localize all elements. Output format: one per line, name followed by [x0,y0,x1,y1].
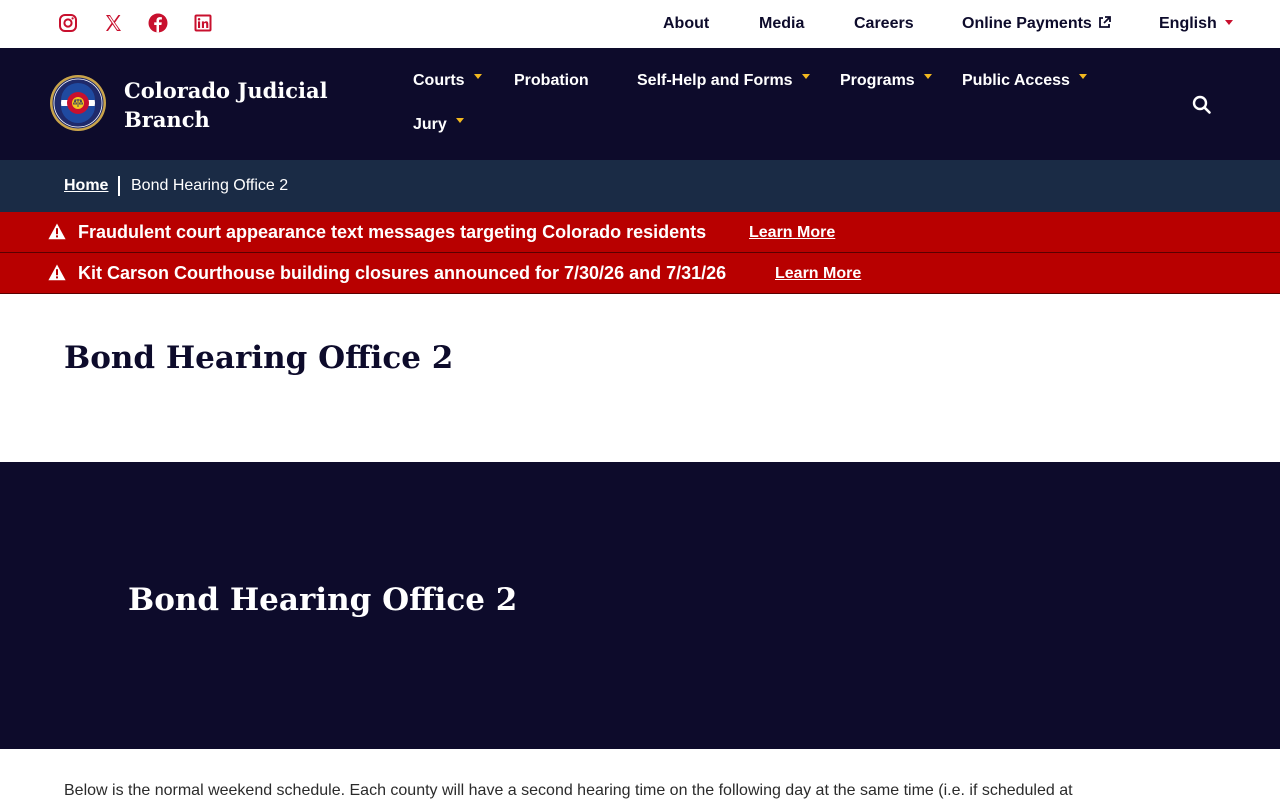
breadcrumb-current: Bond Hearing Office 2 [131,177,289,194]
alert-message: Fraudulent court appearance text message… [78,222,707,242]
hero-title: Bond Hearing Office 2 [128,582,518,618]
search-icon[interactable] [1191,94,1213,116]
alert-learn-more-link[interactable]: Learn More [749,224,835,242]
page-title-section: Bond Hearing Office 2 [0,294,1280,462]
site-header: Colorado Judicial Branch Courts Probatio… [0,48,1280,160]
court-seal-logo[interactable] [49,74,107,132]
nav-probation-label: Probation [514,72,589,89]
online-payments-label: Online Payments [962,15,1092,32]
x-icon[interactable] [103,13,123,33]
online-payments-link[interactable]: Online Payments [962,15,1111,33]
about-link[interactable]: About [663,15,709,33]
intro-paragraph: Below is the normal weekend schedule. Ea… [64,782,1073,799]
alert-banner: Fraudulent court appearance text message… [0,212,1280,253]
nav-self-help-label: Self-Help and Forms [637,72,793,89]
nav-programs[interactable]: Programs [840,72,932,90]
page-title: Bond Hearing Office 2 [64,340,454,376]
nav-public-access-label: Public Access [962,72,1070,89]
nav-self-help[interactable]: Self-Help and Forms [637,72,810,90]
alert-message: Kit Carson Courthouse building closures … [78,263,727,283]
chevron-down-icon [455,118,464,123]
chevron-down-icon [473,74,482,79]
chevron-down-icon [923,74,932,79]
nav-probation[interactable]: Probation [514,72,589,90]
nav-jury-label: Jury [413,116,447,133]
breadcrumb: Home Bond Hearing Office 2 [0,160,1280,212]
instagram-icon[interactable] [58,13,78,33]
media-link[interactable]: Media [759,15,804,33]
breadcrumb-home-link[interactable]: Home [64,177,108,195]
nav-programs-label: Programs [840,72,915,89]
facebook-icon[interactable] [148,13,168,33]
language-selector[interactable]: English [1159,15,1233,33]
nav-jury[interactable]: Jury [413,116,464,134]
hero-banner: Bond Hearing Office 2 [0,462,1280,749]
external-link-icon [1098,16,1111,29]
nav-courts[interactable]: Courts [413,72,482,90]
alert-banner: Kit Carson Courthouse building closures … [0,253,1280,294]
chevron-down-icon [1224,20,1233,25]
alert-learn-more-link[interactable]: Learn More [775,265,861,283]
utility-bar: About Media Careers Online Payments Engl… [0,0,1280,48]
warning-icon [48,264,66,281]
nav-courts-label: Courts [413,72,465,89]
warning-icon [48,223,66,240]
chevron-down-icon [801,74,810,79]
breadcrumb-divider [118,176,120,196]
language-label: English [1159,15,1217,32]
linkedin-icon[interactable] [193,13,213,33]
nav-public-access[interactable]: Public Access [962,72,1087,90]
chevron-down-icon [1078,74,1087,79]
site-brand-name[interactable]: Colorado Judicial Branch [124,76,344,134]
careers-link[interactable]: Careers [854,15,914,33]
